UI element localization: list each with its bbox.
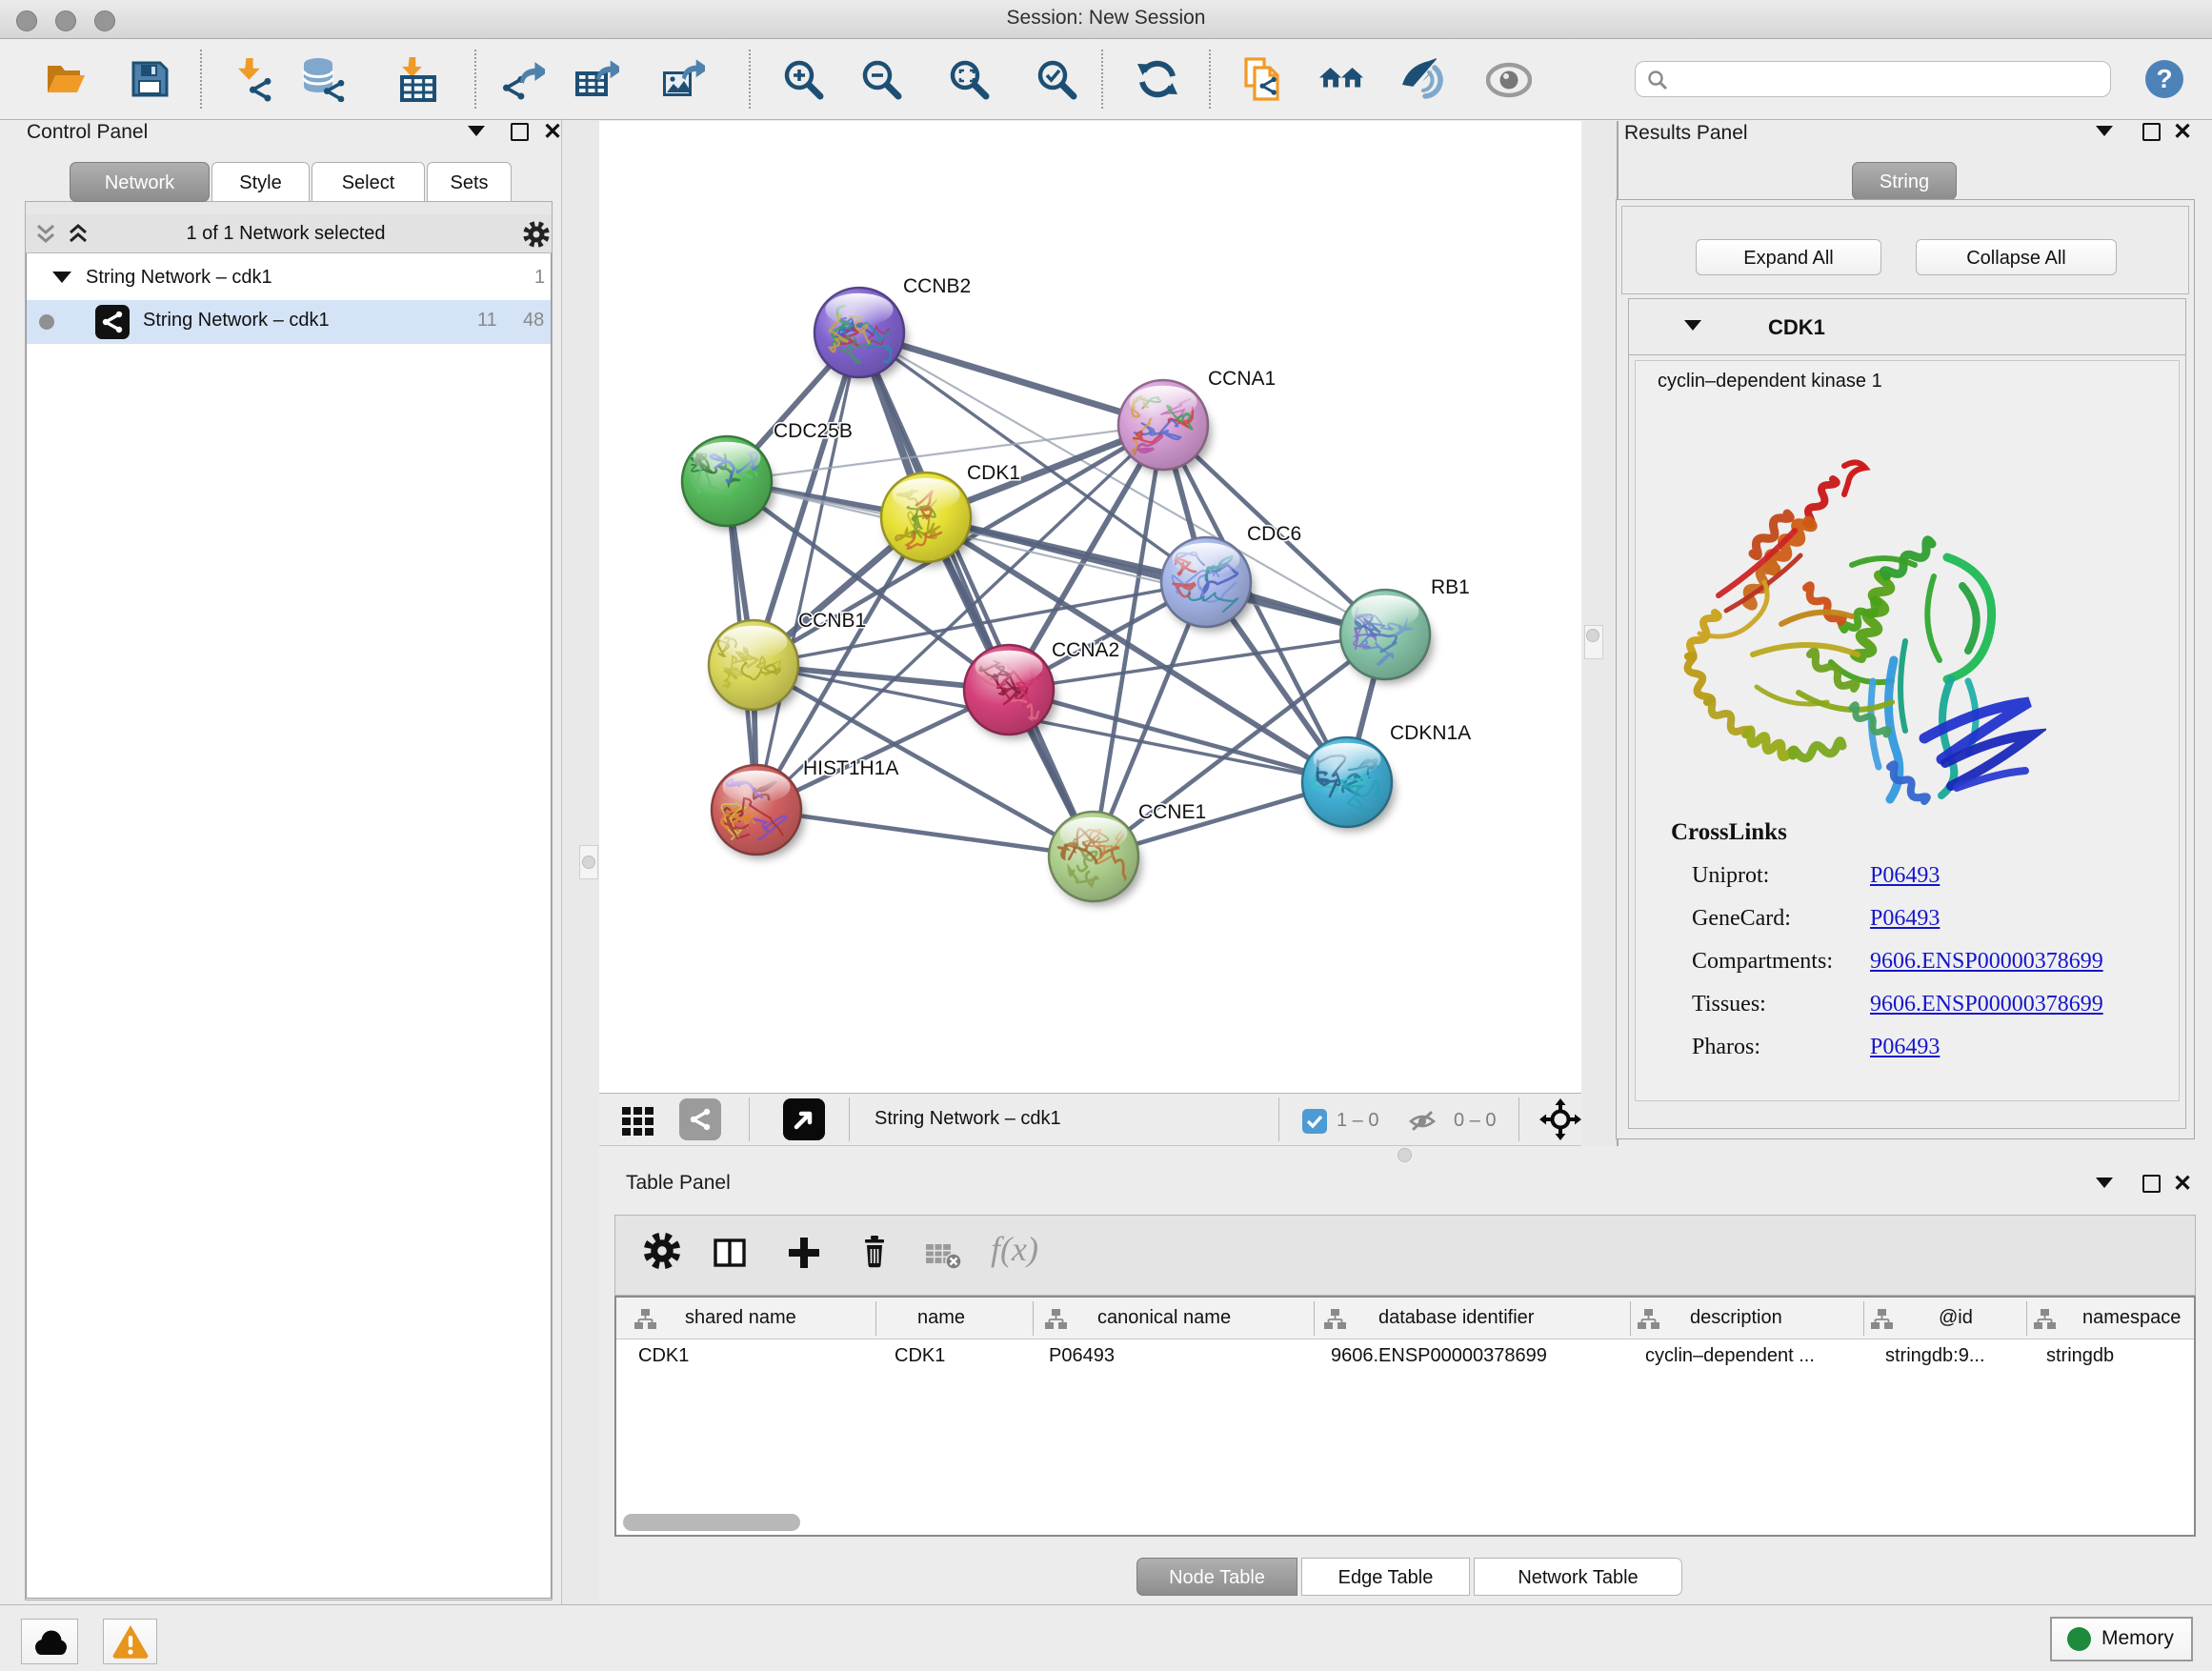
svg-text:CDC25B: CDC25B	[774, 420, 853, 442]
svg-text:CDK1: CDK1	[967, 462, 1020, 484]
svg-text:CCNE1: CCNE1	[1138, 801, 1206, 823]
svg-text:?: ?	[2156, 64, 2172, 93]
svg-text:CCNB1: CCNB1	[798, 610, 866, 632]
svg-text:CDKN1A: CDKN1A	[1390, 722, 1471, 744]
svg-text:CCNA1: CCNA1	[1208, 368, 1276, 390]
svg-text:CCNA2: CCNA2	[1052, 639, 1119, 661]
svg-text:CCNB2: CCNB2	[903, 275, 971, 297]
svg-text:CDC6: CDC6	[1247, 523, 1301, 545]
svg-text:HIST1H1A: HIST1H1A	[803, 757, 898, 779]
svg-text:RB1: RB1	[1431, 576, 1470, 598]
